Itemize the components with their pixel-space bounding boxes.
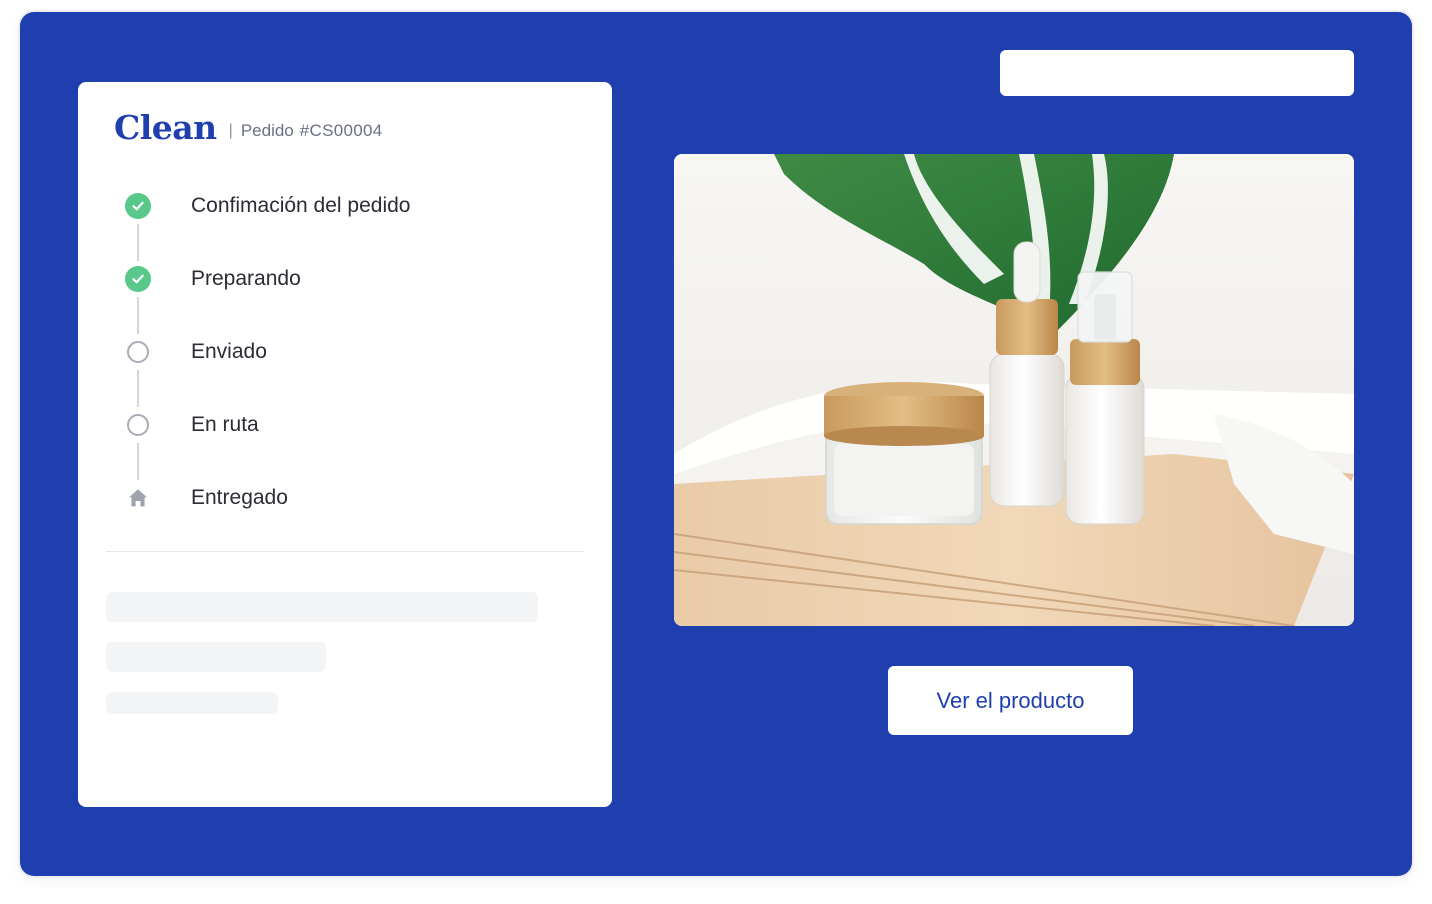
timeline-step-delivered: Entregado — [124, 482, 564, 555]
step-label: En ruta — [191, 413, 259, 436]
step-label: Preparando — [191, 267, 301, 290]
timeline-connector — [137, 224, 139, 261]
check-circle-icon — [124, 265, 151, 292]
skeleton-line — [106, 692, 278, 714]
skeleton-line — [106, 592, 538, 622]
app-frame: Clean | Pedido #CS00004 Confimación del … — [20, 12, 1412, 876]
order-id: #CS00004 — [299, 120, 383, 140]
timeline-connector — [137, 443, 139, 480]
brand-logo: Clean — [114, 108, 217, 147]
step-label: Entregado — [191, 486, 288, 509]
timeline-connector — [137, 297, 139, 334]
timeline-step-shipped: Enviado — [124, 336, 564, 409]
step-label: Enviado — [191, 340, 267, 363]
search-bar-placeholder[interactable] — [1000, 50, 1354, 96]
timeline-step-confirmation: Confimación del pedido — [124, 190, 564, 263]
product-image — [674, 154, 1354, 626]
order-label: Pedido — [240, 120, 294, 140]
skeleton-line — [106, 642, 326, 672]
timeline-step-preparing: Preparando — [124, 263, 564, 336]
header-separator: | — [228, 121, 233, 139]
view-product-button[interactable]: Ver el producto — [888, 666, 1133, 735]
card-header: Clean | Pedido #CS00004 — [114, 108, 383, 147]
check-circle-icon — [124, 192, 151, 219]
order-tracking-card: Clean | Pedido #CS00004 Confimación del … — [78, 82, 612, 807]
step-label: Confimación del pedido — [191, 194, 411, 217]
timeline-connector — [137, 370, 139, 407]
home-icon — [124, 484, 151, 511]
card-divider — [106, 551, 584, 552]
empty-circle-icon — [124, 338, 151, 365]
order-status-timeline: Confimación del pedido Preparando Enviad… — [124, 190, 564, 555]
empty-circle-icon — [124, 411, 151, 438]
timeline-step-en-route: En ruta — [124, 409, 564, 482]
